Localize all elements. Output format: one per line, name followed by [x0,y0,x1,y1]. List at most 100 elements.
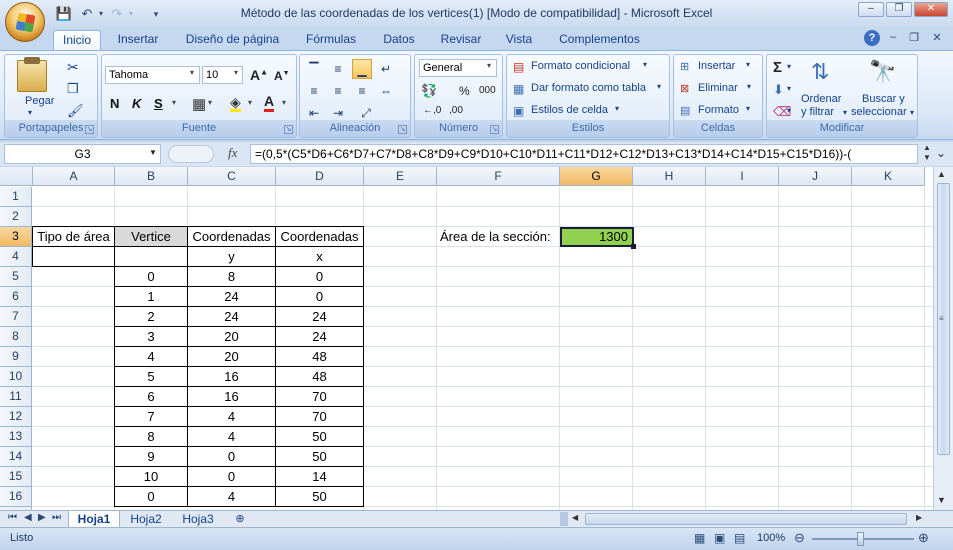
sort-filter-label-1[interactable]: Ordenar [801,93,841,105]
column-header[interactable]: K [852,167,925,186]
name-box-dropdown-icon[interactable]: ▼ [149,148,157,157]
align-middle-icon[interactable]: ≡ [328,59,348,79]
formula-bar-handle[interactable] [168,145,214,163]
autosum-dropdown-icon[interactable]: ▾ [787,62,791,71]
tab-vista[interactable]: Vista [500,30,538,51]
underline-button[interactable]: S [154,96,163,111]
vertex-cell[interactable]: 9 [114,446,188,467]
find-select-dropdown-icon[interactable]: ▾ [910,108,914,117]
insert-dropdown-icon[interactable]: ▾ [746,60,750,69]
select-all-corner[interactable] [0,167,33,186]
italic-button[interactable]: K [132,96,141,111]
column-header[interactable]: D [276,167,364,186]
fill-handle[interactable] [631,244,636,249]
increase-decimal-icon[interactable]: ←,0 [423,105,441,116]
expand-formula-bar-icon[interactable]: ⌄ [936,146,946,160]
number-format-box[interactable]: General [419,59,497,77]
font-launcher-icon[interactable]: ↘ [284,125,293,134]
page-layout-view-icon[interactable]: ▣ [714,531,725,545]
delete-dropdown-icon[interactable]: ▾ [747,82,751,91]
worksheet-grid[interactable]: ABCDEFGHIJK 1234567891011121314151617 Ti… [0,167,933,510]
conditional-format-dropdown-icon[interactable]: ▾ [643,60,647,69]
font-name-box[interactable]: Tahoma [105,66,200,84]
coord-x-cell[interactable]: 0 [275,266,364,287]
row-header[interactable]: 11 [0,387,32,407]
office-button[interactable] [5,2,45,42]
formula-input[interactable]: =(0,5*(C5*D6+C6*D7+C7*D8+C8*D9+C9*D10+C1… [250,144,918,164]
underline-dropdown-icon[interactable]: ▾ [172,98,176,107]
column-header[interactable]: A [33,167,115,186]
coord-y-cell[interactable]: 16 [187,366,276,387]
align-right-icon[interactable]: ≡ [352,81,372,101]
sheet-tab-hoja3[interactable]: Hoja3 [174,511,222,528]
merge-center-icon[interactable]: ⇔ [376,81,396,101]
row-header[interactable]: 5 [0,267,32,287]
header-cell[interactable]: y [187,246,276,267]
coord-y-cell[interactable]: 20 [187,346,276,367]
column-header[interactable]: I [706,167,779,186]
decrease-decimal-icon[interactable]: ,00 [449,105,463,116]
tab-complementos[interactable]: Complementos [553,30,646,51]
percent-button[interactable]: % [459,84,470,98]
row-header[interactable]: 14 [0,447,32,467]
column-header[interactable]: J [779,167,852,186]
zoom-out-icon[interactable]: ⊖ [794,530,805,546]
ribbon-restore-icon[interactable]: ❐ [907,31,921,44]
fill-color-dropdown-icon[interactable]: ▾ [248,98,252,107]
coord-x-cell[interactable]: 50 [275,486,364,507]
fill-icon[interactable]: ⬇ [773,82,784,98]
paste-dropdown-icon[interactable]: ▾ [28,108,32,117]
column-header[interactable]: H [633,167,706,186]
minimize-button[interactable]: ‒ [858,2,884,17]
clear-dropdown-icon[interactable]: ▾ [787,106,791,115]
column-header[interactable]: B [115,167,188,186]
row-header[interactable]: 13 [0,427,32,447]
ribbon-minimize-icon[interactable]: ‒ [886,31,900,43]
row-header[interactable]: 9 [0,347,32,367]
format-button[interactable]: Formato [698,104,739,116]
coord-x-cell[interactable]: 70 [275,406,364,427]
sheet-tab-hoja1[interactable]: Hoja1 [68,511,120,528]
insert-sheet-icon[interactable]: ⊕ [226,511,254,528]
coord-x-cell[interactable]: 14 [275,466,364,487]
column-header[interactable]: C [188,167,276,186]
borders-dropdown-icon[interactable]: ▾ [208,98,212,107]
table-cell[interactable] [114,246,188,267]
row-header[interactable]: 1 [0,187,32,207]
insert-button[interactable]: Insertar [698,60,735,72]
tab-split-handle[interactable] [560,512,568,526]
column-header[interactable]: E [364,167,437,186]
row-header[interactable]: 3 [0,227,32,247]
alignment-launcher-icon[interactable]: ↘ [398,125,407,134]
sort-filter-label-2[interactable]: y filtrar [801,106,834,118]
find-select-label-1[interactable]: Buscar y [862,93,905,105]
header-cell[interactable]: x [275,246,364,267]
hscroll-right-icon[interactable]: ▶ [916,513,922,522]
coord-y-cell[interactable]: 24 [187,286,276,307]
row-header[interactable]: 10 [0,367,32,387]
tab-datos[interactable]: Datos [377,30,421,51]
row-header[interactable]: 12 [0,407,32,427]
delete-button[interactable]: Eliminar [698,82,738,94]
font-color-icon[interactable]: A [264,94,275,112]
vertex-cell[interactable]: 6 [114,386,188,407]
header-cell[interactable]: Coordenadas [275,226,364,247]
zoom-in-icon[interactable]: ⊕ [918,530,929,546]
scroll-down-icon[interactable]: ▼ [937,495,946,505]
thousands-button[interactable]: 000 [479,85,496,96]
tab-diseno-pagina[interactable]: Diseño de página [181,30,284,51]
currency-icon[interactable]: 💱 [421,83,437,99]
coord-x-cell[interactable]: 48 [275,366,364,387]
align-center-icon[interactable]: ≡ [328,81,348,101]
vertex-cell[interactable]: 1 [114,286,188,307]
bold-button[interactable]: N [110,96,119,111]
vertex-cell[interactable]: 5 [114,366,188,387]
last-sheet-icon[interactable]: ⏭ [52,512,61,523]
number-launcher-icon[interactable]: ↘ [490,125,499,134]
coord-y-cell[interactable]: 4 [187,426,276,447]
find-select-label-2[interactable]: seleccionar [851,106,907,118]
cell-styles-button[interactable]: Estilos de celda [531,104,608,116]
vertex-cell[interactable]: 2 [114,306,188,327]
fill-color-icon[interactable]: ◈ [230,95,241,112]
prev-sheet-icon[interactable]: ◀ [24,512,32,523]
